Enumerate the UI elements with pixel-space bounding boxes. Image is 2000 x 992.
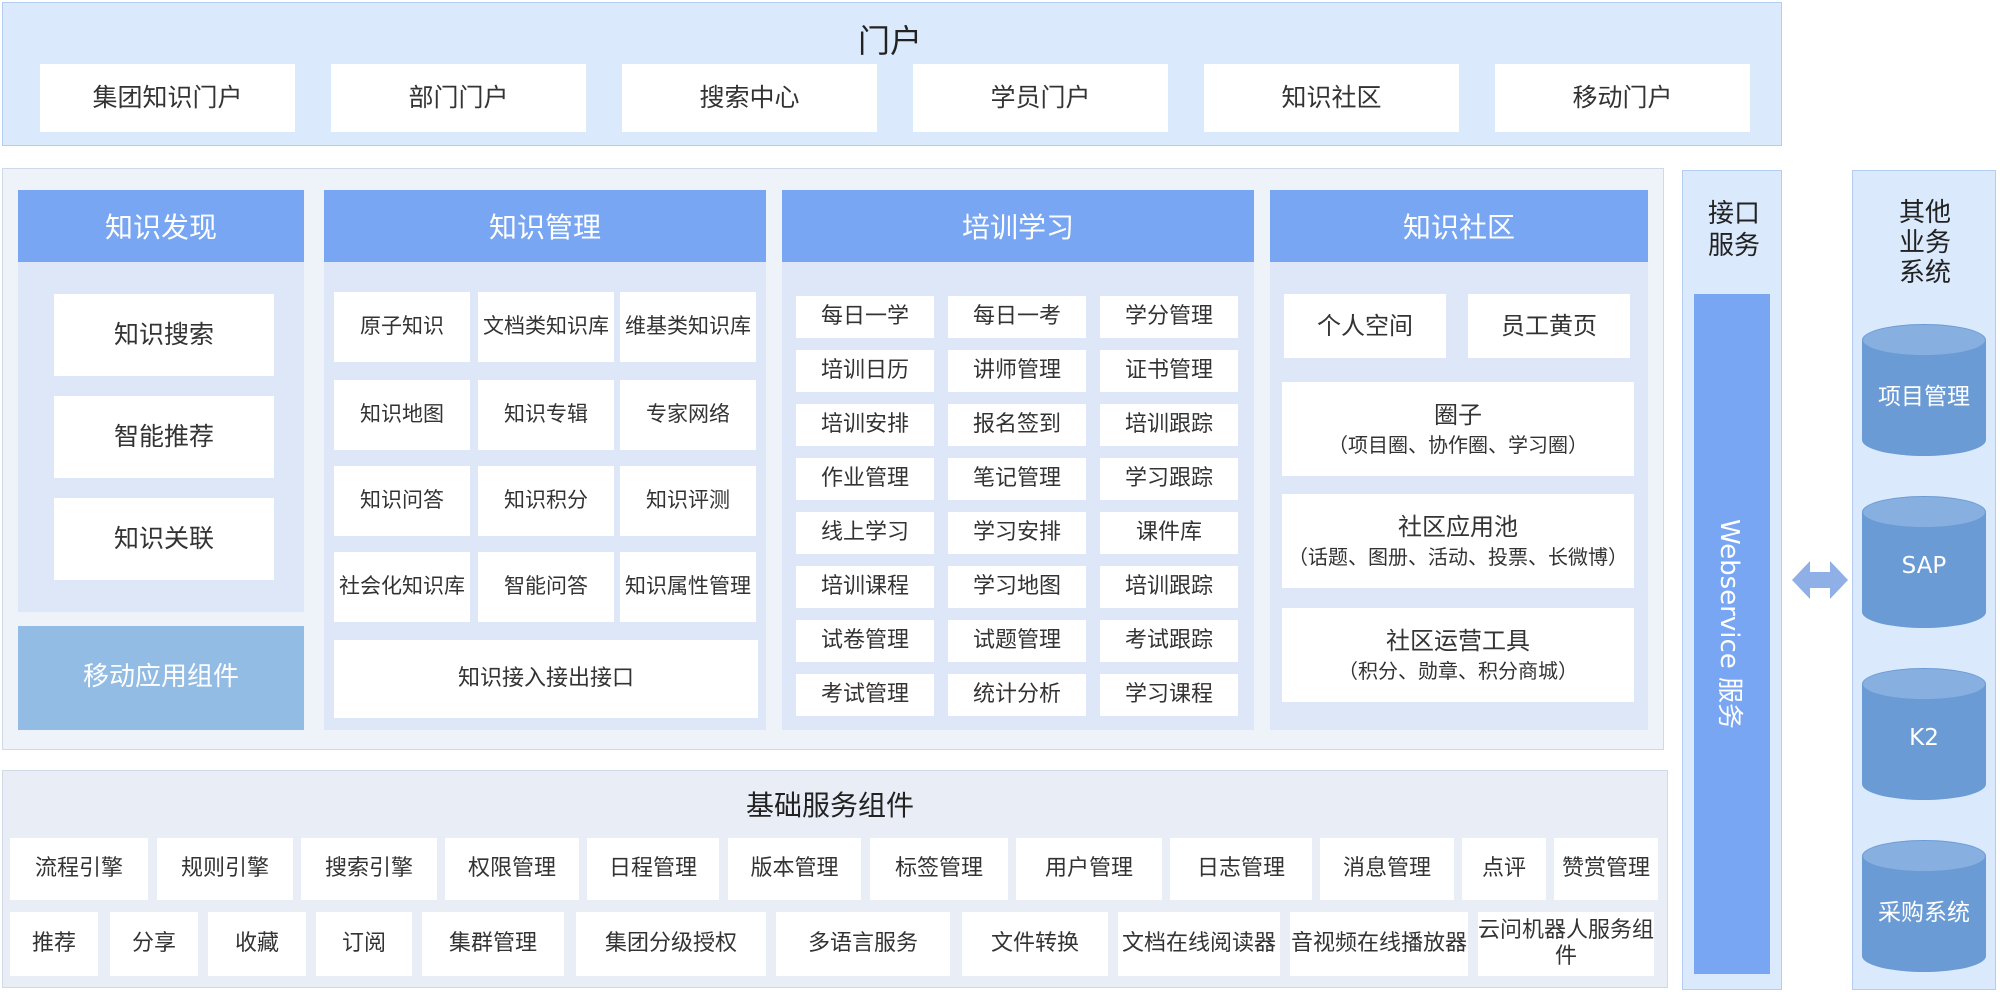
training-item: 学习地图	[948, 566, 1086, 608]
training-item: 每日一学	[796, 296, 934, 338]
webservice-label: Webservice 服务	[1714, 518, 1745, 730]
training-item: 每日一考	[948, 296, 1086, 338]
management-item: 文档类知识库	[478, 292, 614, 362]
base-component: 搜索引擎	[301, 838, 437, 900]
portal-item: 移动门户	[1495, 64, 1750, 132]
training-item: 证书管理	[1100, 350, 1238, 392]
training-item: 学习课程	[1100, 674, 1238, 716]
base-component: 集团分级授权	[576, 912, 766, 976]
portal-item: 搜索中心	[622, 64, 877, 132]
base-title: 基础服务组件	[745, 789, 914, 822]
training-item: 学分管理	[1100, 296, 1238, 338]
double-arrow-icon	[1792, 561, 1848, 599]
training-item: 作业管理	[796, 458, 934, 500]
base-component: 分享	[110, 912, 198, 976]
training-item: 考试管理	[796, 674, 934, 716]
training-item: 报名签到	[948, 404, 1086, 446]
system-label: K2	[1909, 725, 1939, 751]
management-item: 知识地图	[334, 380, 470, 450]
training-item: 统计分析	[948, 674, 1086, 716]
app-pool-subtitle: （话题、图册、活动、投票、长微博）	[1288, 545, 1628, 570]
management-item: 智能问答	[478, 552, 614, 622]
management-item: 原子知识	[334, 292, 470, 362]
training-header: 培训学习	[782, 190, 1254, 262]
system-label: 项目管理	[1878, 384, 1970, 410]
community-header: 知识社区	[1270, 190, 1648, 262]
base-component: 文件转换	[962, 912, 1108, 976]
base-component: 用户管理	[1016, 838, 1162, 900]
management-item: 维基类知识库	[620, 292, 756, 362]
discovery-item: 知识关联	[54, 498, 274, 580]
training-item: 培训跟踪	[1100, 404, 1238, 446]
management-header: 知识管理	[324, 190, 766, 262]
base-component: 消息管理	[1320, 838, 1454, 900]
training-item: 课件库	[1100, 512, 1238, 554]
personal-space: 个人空间	[1284, 294, 1446, 358]
portal-item: 学员门户	[913, 64, 1168, 132]
base-component: 日志管理	[1170, 838, 1312, 900]
base-component: 权限管理	[445, 838, 579, 900]
base-component: 集群管理	[422, 912, 564, 976]
training-item: 培训课程	[796, 566, 934, 608]
management-item: 知识专辑	[478, 380, 614, 450]
management-item: 知识问答	[334, 466, 470, 536]
ops-tools-subtitle: （积分、勋章、积分商城）	[1338, 659, 1578, 684]
discovery-header: 知识发现	[18, 190, 304, 262]
base-component: 流程引擎	[10, 838, 148, 900]
base-component: 推荐	[10, 912, 98, 976]
base-component: 收藏	[208, 912, 306, 976]
training-item: 讲师管理	[948, 350, 1086, 392]
training-item: 培训日历	[796, 350, 934, 392]
training-item: 培训跟踪	[1100, 566, 1238, 608]
base-component: 多语言服务	[776, 912, 950, 976]
training-item: 试题管理	[948, 620, 1086, 662]
circle-box: 圈子 （项目圈、协作圈、学习圈）	[1282, 382, 1634, 476]
base-component: 赞赏管理	[1554, 838, 1658, 900]
system-label: SAP	[1901, 553, 1947, 579]
database-cylinder-icon: K2	[1862, 668, 1986, 800]
base-component: 音视频在线播放器	[1290, 912, 1468, 976]
base-component: 版本管理	[728, 838, 861, 900]
circle-title: 圈子	[1434, 400, 1482, 429]
app-pool-title: 社区应用池	[1398, 512, 1518, 541]
discovery-item: 智能推荐	[54, 396, 274, 478]
portal-item: 部门门户	[331, 64, 586, 132]
training-item: 线上学习	[796, 512, 934, 554]
training-item: 考试跟踪	[1100, 620, 1238, 662]
ops-tools-box: 社区运营工具 （积分、勋章、积分商城）	[1282, 608, 1634, 702]
training-item: 学习跟踪	[1100, 458, 1238, 500]
base-component: 云问机器人服务组件	[1478, 912, 1654, 976]
knowledge-interface: 知识接入接出接口	[334, 640, 758, 718]
training-item: 笔记管理	[948, 458, 1086, 500]
system-label: 采购系统	[1878, 900, 1970, 926]
management-item: 社会化知识库	[334, 552, 470, 622]
discovery-item: 知识搜索	[54, 294, 274, 376]
base-component: 日程管理	[587, 838, 719, 900]
base-component: 点评	[1462, 838, 1546, 900]
base-component: 文档在线阅读器	[1118, 912, 1280, 976]
training-item: 学习安排	[948, 512, 1086, 554]
base-component: 订阅	[316, 912, 412, 976]
database-cylinder-icon: 项目管理	[1862, 324, 1986, 456]
management-item: 知识评测	[620, 466, 756, 536]
other-systems-title: 其他业务系统	[1898, 198, 1951, 288]
training-item: 培训安排	[796, 404, 934, 446]
management-item: 知识属性管理	[620, 552, 756, 622]
circle-subtitle: （项目圈、协作圈、学习圈）	[1328, 433, 1588, 458]
app-pool-box: 社区应用池 （话题、图册、活动、投票、长微博）	[1282, 494, 1634, 588]
mobile-app-component: 移动应用组件	[18, 626, 304, 730]
employee-yellow-pages: 员工黄页	[1468, 294, 1630, 358]
training-item: 试卷管理	[796, 620, 934, 662]
ops-tools-title: 社区运营工具	[1386, 626, 1530, 655]
portal-item: 知识社区	[1204, 64, 1459, 132]
database-cylinder-icon: 采购系统	[1862, 840, 1986, 972]
base-component: 标签管理	[870, 838, 1008, 900]
management-item: 专家网络	[620, 380, 756, 450]
interface-service-title: 接口服务	[1707, 199, 1760, 261]
portal-item: 集团知识门户	[40, 64, 295, 132]
database-cylinder-icon: SAP	[1862, 496, 1986, 628]
base-component: 规则引擎	[157, 838, 293, 900]
management-item: 知识积分	[478, 466, 614, 536]
portal-title: 门户	[857, 22, 922, 60]
